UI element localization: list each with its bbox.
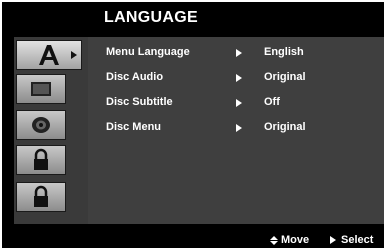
sidebar-item-lock[interactable] [16, 145, 66, 175]
menu-row-value: Off [264, 96, 280, 108]
menu-row-label: Disc Audio [106, 71, 164, 83]
sidebar-item-others[interactable] [16, 182, 66, 212]
others-lock-icon [34, 185, 48, 207]
menu-row-value: Original [264, 71, 306, 83]
menu-row-value: English [264, 46, 304, 58]
lock-icon [34, 148, 48, 170]
page-title: LANGUAGE [104, 9, 198, 26]
select-arrow-icon [330, 236, 336, 244]
language-a-icon [39, 45, 59, 65]
menu-row-value: Original [264, 121, 306, 133]
display-icon [31, 82, 51, 96]
up-down-arrows-icon [270, 235, 278, 245]
select-hint: Select [330, 234, 373, 246]
sidebar-item-language[interactable] [16, 40, 82, 70]
right-arrow-icon [236, 74, 242, 82]
menu-row-label: Menu Language [106, 46, 190, 58]
right-arrow-icon [236, 124, 242, 132]
active-pointer-icon [71, 51, 77, 59]
menu-row-label: Disc Subtitle [106, 96, 173, 108]
right-arrow-icon [236, 99, 242, 107]
sidebar-item-display[interactable] [16, 74, 66, 104]
right-arrow-icon [236, 49, 242, 57]
move-hint-label: Move [281, 234, 310, 246]
move-hint: Move [270, 234, 309, 246]
audio-speaker-icon [32, 117, 50, 133]
footer-bar [14, 230, 384, 248]
select-hint-label: Select [341, 234, 374, 246]
menu-row-label: Disc Menu [106, 121, 162, 133]
sidebar-item-audio[interactable] [16, 110, 66, 140]
